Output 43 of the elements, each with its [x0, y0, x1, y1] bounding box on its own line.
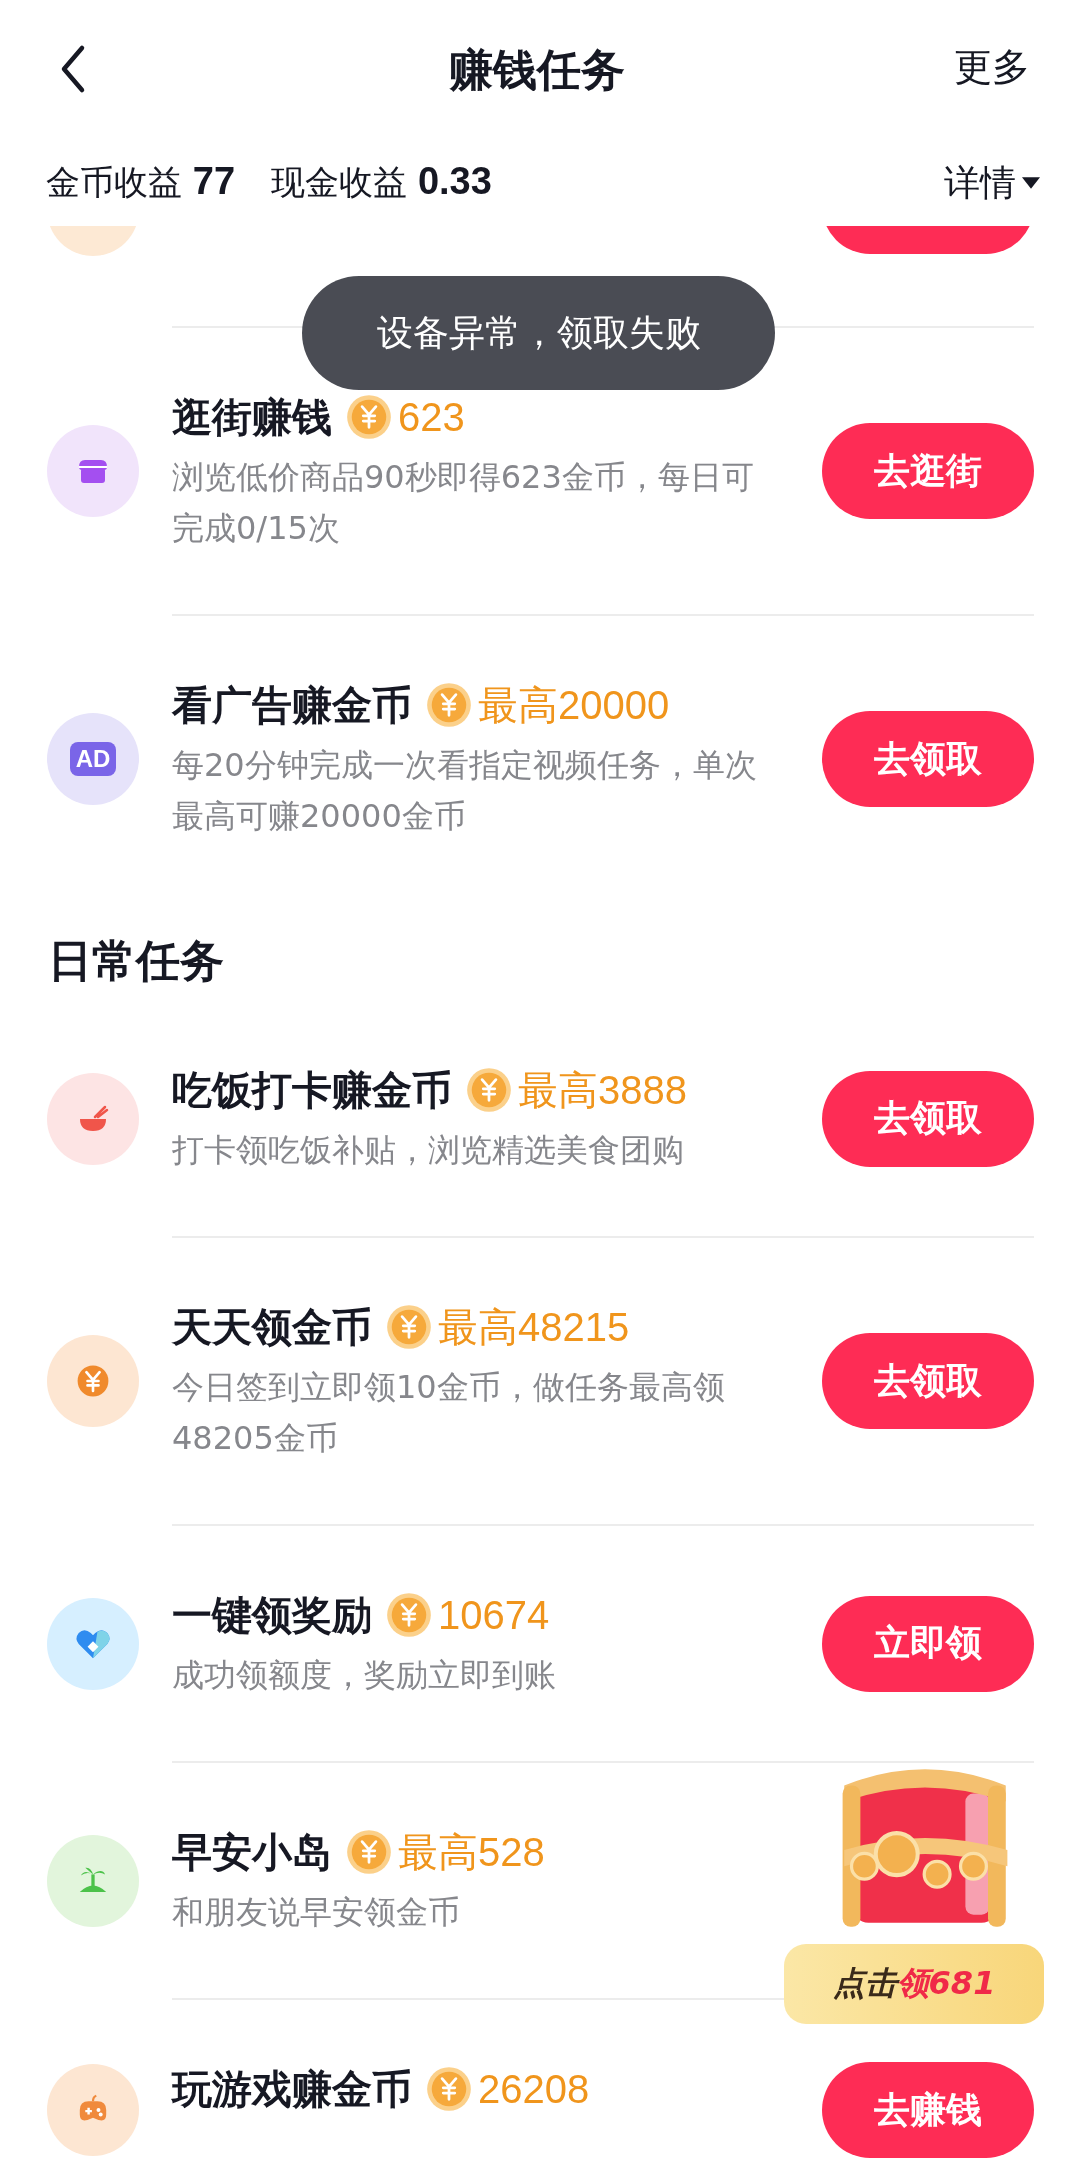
- task-title: 一键领奖励: [172, 1590, 372, 1640]
- task-button[interactable]: 去领取: [822, 1070, 1034, 1167]
- task-button[interactable]: 去逛街: [822, 423, 1034, 519]
- coin-icon: [386, 1592, 432, 1638]
- reward-amount: 623: [398, 394, 465, 440]
- task-description: 打卡领吃饭补贴，浏览精选美食团购: [172, 1130, 685, 1171]
- caret-icon: [1022, 177, 1040, 189]
- claim-reward-button[interactable]: 点击领681: [784, 1944, 1044, 2024]
- ad-icon: AD: [47, 713, 139, 805]
- task-description: 浏览低价商品90秒即得623金币，每日可完成0/15次: [172, 457, 755, 549]
- task-title: 看广告赚金币: [172, 680, 412, 730]
- more-link[interactable]: 更多: [954, 42, 1030, 93]
- coin-icon: [426, 682, 472, 728]
- task-button[interactable]: 去赚钱: [822, 2062, 1034, 2158]
- task-title: 逛街赚钱: [172, 392, 332, 442]
- reward-amount: 10674: [438, 1592, 550, 1638]
- task-title: 玩游戏赚金币: [172, 2064, 412, 2114]
- task-title: 早安小岛: [172, 1827, 332, 1877]
- task-description: 和朋友说早安领金币: [172, 1892, 461, 1933]
- coin-icon: [466, 1067, 512, 1113]
- section-heading: 日常任务: [47, 934, 225, 988]
- task-button[interactable]: 立即领: [822, 1595, 1034, 1692]
- task-description: 每20分钟完成一次看指定视频任务，单次最高可赚20000金币: [172, 745, 758, 837]
- reward-amount: 最高528: [398, 1828, 545, 1876]
- task-title: 吃饭打卡赚金币: [172, 1065, 452, 1115]
- task-button[interactable]: 去领取: [822, 711, 1034, 807]
- task-description: 成功领额度，奖励立即到账: [172, 1655, 557, 1696]
- coin-icon: [386, 1304, 432, 1350]
- earnings-stat: 现金收益 0.33: [271, 160, 492, 204]
- reward-amount: 26208: [478, 2066, 590, 2112]
- coin-icon: [346, 1829, 392, 1875]
- reward-amount: 最高20000: [478, 681, 670, 729]
- coin-icon: [346, 394, 392, 440]
- reward-amount: 最高3888: [518, 1066, 687, 1114]
- coin-icon: [426, 2066, 472, 2112]
- details-dropdown[interactable]: 详情: [944, 158, 1040, 208]
- reward-amount: 最高48215: [438, 1303, 630, 1351]
- page-title: 赚钱任务: [449, 42, 625, 97]
- task-title: 天天领金币: [172, 1302, 372, 1352]
- task-description: 今日签到立即领10金币，做任务最高领48205金币: [172, 1367, 726, 1459]
- toast-message: 设备异常，领取失败: [302, 276, 775, 390]
- task-button[interactable]: 去领取: [822, 1333, 1034, 1429]
- earnings-stat: 金币收益 77: [46, 160, 236, 204]
